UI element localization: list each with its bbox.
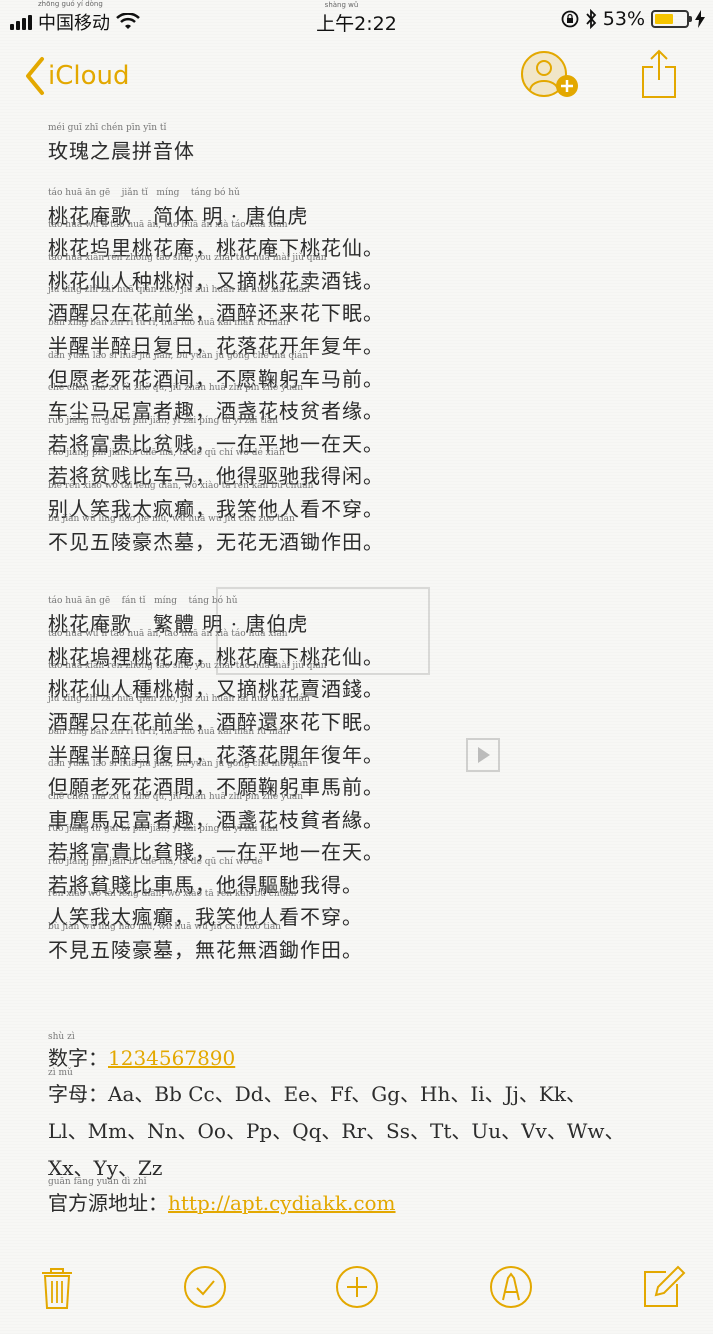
pinyin-annotation: ruò jiāng fù guì bǐ pín jiàn, yī zài pín…	[48, 824, 279, 835]
poem-line: bié rén xiào wǒ tài fēng diān, wǒ xiào t…	[48, 480, 688, 521]
poem-line: ruò jiāng fù guì bǐ pín jiàn, yī zài pín…	[48, 824, 688, 864]
pinyin-annotation: táo huā ān gē fán tǐ míng táng bó hǔ	[48, 596, 238, 607]
pinyin-annotation: chē chén mǎ zú fù zhě qù, jiǔ zhǎn huā z…	[48, 383, 304, 394]
pinyin-annotation: bù jiàn wǔ líng háo jié mù, wú huā wú ji…	[48, 513, 295, 524]
pinyin-annotation: táo huā xiān rén zhòng táo shù, yòu zhāi…	[48, 252, 327, 263]
charging-icon	[695, 10, 705, 28]
pinyin-annotation: bié rén xiào wǒ tài fēng diān, wǒ xiào t…	[48, 480, 314, 491]
pinyin-annotation: ruò jiāng fù guì bǐ pín jiàn, yī zài pín…	[48, 415, 279, 426]
poem-line: táo huā xiān rén zhòng táo shù, yòu zhāi…	[48, 252, 688, 293]
markup-icon[interactable]	[488, 1264, 534, 1310]
pinyin-annotation: dàn yuàn lǎo sǐ huā jiǔ jiān, bù yuàn jū…	[48, 759, 309, 770]
battery-percent: 53%	[602, 8, 645, 30]
poem-line: bù jiàn wǔ líng háo mù, wú huā wú jiǔ ch…	[48, 922, 688, 962]
trash-icon[interactable]	[34, 1264, 80, 1310]
note-body[interactable]: méi guī zhī chén pīn yīn tǐ 玫瑰之晨拼音体 táo …	[48, 123, 688, 962]
watermark-frame	[216, 587, 430, 675]
phone-number-link[interactable]: 1234567890	[108, 1046, 235, 1070]
bottom-toolbar	[0, 1244, 713, 1334]
pinyin-annotation: bàn xǐng bàn zuì rì fù rì, huā luò huā k…	[48, 726, 289, 737]
pinyin-annotation: dàn yuàn lǎo sǐ huā jiǔ jiān, bù yuàn jū…	[48, 350, 309, 361]
back-label: iCloud	[48, 61, 130, 91]
pinyin-annotation: jiǔ xǐng zhǐ zài huā qián zuò, jiǔ zuì h…	[48, 285, 310, 296]
bluetooth-icon	[586, 9, 597, 29]
poem-title: táo huā ān gē jiǎn tǐ míng táng bó hǔ 桃花庵…	[48, 187, 688, 228]
orientation-lock-icon	[561, 10, 579, 28]
share-icon[interactable]	[640, 48, 678, 100]
poem-text: 不见五陵豪杰墓，无花无酒锄作田。	[48, 529, 384, 554]
nav-bar: iCloud	[0, 48, 713, 108]
back-button[interactable]: iCloud	[24, 56, 130, 96]
checkmark-icon[interactable]	[182, 1264, 228, 1310]
numbers-line: shù zì 数字：1234567890	[48, 1032, 236, 1070]
add-icon[interactable]	[334, 1264, 380, 1310]
pinyin-annotation: bàn xǐng bàn zuì rì fù rì, huā luò huā k…	[48, 317, 289, 328]
pinyin-annotation: ruò jiāng pín jiàn bǐ chē mǎ, tā dé qū c…	[48, 448, 285, 459]
play-icon	[466, 738, 500, 772]
poem-line: ruò jiāng fù guì bǐ pín jiàn, yī zài pín…	[48, 415, 688, 456]
letters-line-2: Ll、Mm、Nn、Oo、Pp、Qq、Rr、Ss、Tt、Uu、Vv、Ww、	[48, 1119, 625, 1143]
pinyin-annotation: bù jiàn wǔ líng háo mù, wú huā wú jiǔ ch…	[48, 922, 281, 933]
pinyin-annotation: chē chén mǎ zú fù zhě qù, jiǔ zhǎn huā z…	[48, 791, 304, 802]
poem-line: táo huā wù lǐ táo huā ān, táo huā ān xià…	[48, 220, 688, 260]
pinyin-annotation: táo huā wù lǐ táo huā ān, táo huā ān xià…	[48, 220, 288, 231]
poem-line: ruò jiāng pín jiàn bǐ chē mǎ, tā dé qū c…	[48, 856, 688, 897]
battery-icon	[651, 10, 692, 28]
poem-text: 不見五陵豪墓，無花無酒鋤作田。	[48, 938, 363, 963]
compose-icon[interactable]	[640, 1264, 686, 1310]
chevron-left-icon	[26, 57, 44, 95]
poem-line: bàn xǐng bàn zuì rì fù rì, huā luò huā k…	[48, 317, 688, 358]
pinyin-annotation: ruò jiāng pín jiàn bǐ chē mǎ, tā dé qū c…	[48, 856, 263, 867]
poem-line: jiǔ xǐng zhǐ zài huā qián zuò, jiǔ zuì h…	[48, 693, 688, 734]
pinyin-annotation: táo huā ān gē jiǎn tǐ míng táng bó hǔ	[48, 187, 240, 198]
add-people-icon[interactable]	[520, 50, 582, 102]
poem-line: chē chén mǎ zú fù zhě qù, jiǔ zhǎn huā z…	[48, 383, 688, 423]
poem-line: dàn yuàn lǎo sǐ huā jiǔ jiān, bù yuàn jū…	[48, 759, 688, 799]
note-heading: méi guī zhī chén pīn yīn tǐ 玫瑰之晨拼音体	[48, 123, 195, 163]
letters-line: zì mǔ 字母：Aa、Bb Cc、Dd、Ee、Ff、Gg、Hh、Ii、Jj、Kk…	[48, 1068, 586, 1106]
poem-line: jiǔ xǐng zhǐ zài huā qián zuò, jiǔ zuì h…	[48, 285, 688, 325]
source-line: guān fāng yuán dì zhǐ 官方源地址：http://apt.cy…	[48, 1177, 396, 1215]
pinyin-annotation: rén xiào wǒ tài fēng diān, wǒ xiào tā ré…	[48, 889, 297, 900]
poem-line: rén xiào wǒ tài fēng diān, wǒ xiào tā ré…	[48, 889, 688, 929]
poem-line: ruò jiāng pín jiàn bǐ chē mǎ, tā dé qū c…	[48, 448, 688, 488]
poem-line: bàn xǐng bàn zuì rì fù rì, huā luò huā k…	[48, 726, 688, 767]
pinyin-annotation: jiǔ xǐng zhǐ zài huā qián zuò, jiǔ zuì h…	[48, 693, 310, 704]
poem-line: dàn yuàn lǎo sǐ huā jiǔ jiān, bù yuàn jū…	[48, 350, 688, 391]
poem-line: bù jiàn wǔ líng háo jié mù, wú huā wú ji…	[48, 513, 688, 554]
poem-line: chē chén mǎ zú fù zhě qù, jiǔ zhǎn huā z…	[48, 791, 688, 832]
source-url-link[interactable]: http://apt.cydiakk.com	[168, 1191, 396, 1215]
status-bar: zhōng guó yí dòng 中国移动 shàng wǔ 上午2:22 5…	[0, 0, 713, 40]
